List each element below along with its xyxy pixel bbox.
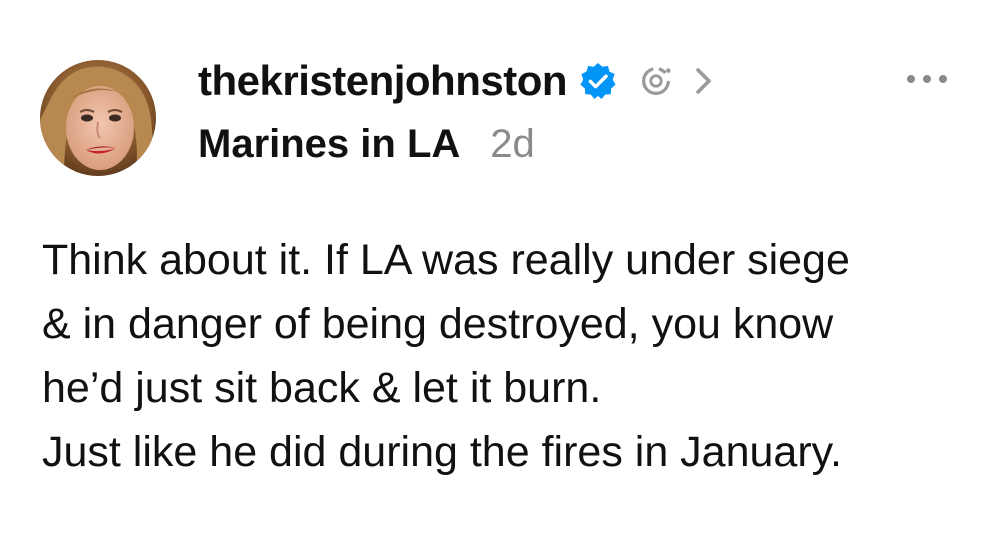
post-timestamp: 2d [490,122,535,166]
topic-tag[interactable]: Marines in LA [198,122,460,167]
post-body-line: Think about it. If LA was really under s… [42,236,850,284]
verified-badge-icon [579,62,617,100]
author-avatar[interactable] [40,60,156,176]
threads-circle-icon[interactable] [637,62,675,100]
post-body-line: & in danger of being destroyed, you know [42,300,834,348]
post-body-line: he’d just sit back & let it burn. [42,364,602,412]
post-subheader: Marines in LA 2d [198,122,535,178]
chevron-right-icon[interactable] [693,64,715,98]
more-options-icon[interactable] [904,64,950,94]
post-body: Think about it. If LA was really under s… [42,228,982,484]
thread-post: thekristenjohnston Marines in LA 2d Thin… [0,0,1000,550]
post-header: thekristenjohnston [198,52,715,110]
author-username[interactable]: thekristenjohnston [198,57,568,105]
post-body-line: Just like he did during the fires in Jan… [42,428,842,476]
avatar-photo-icon [40,60,156,176]
